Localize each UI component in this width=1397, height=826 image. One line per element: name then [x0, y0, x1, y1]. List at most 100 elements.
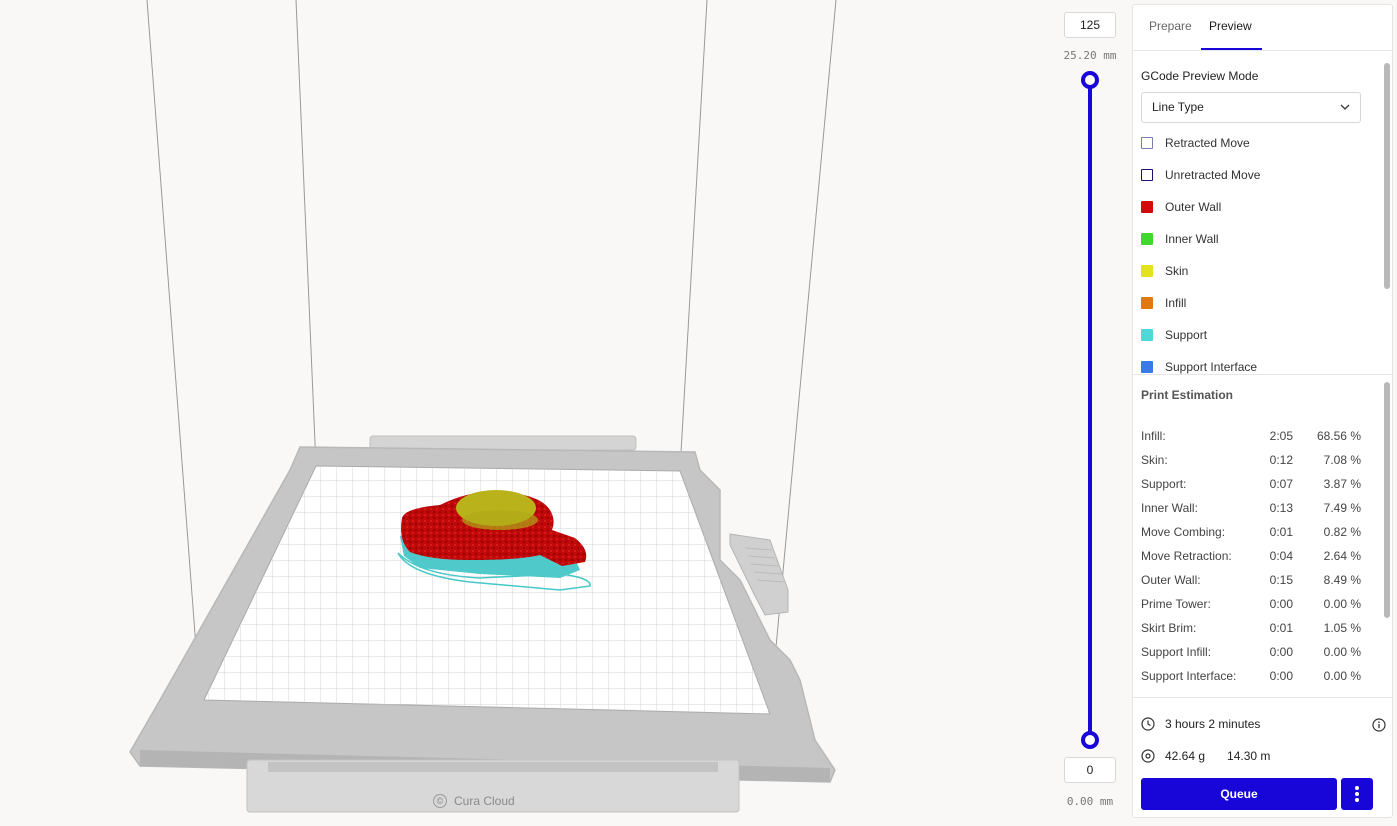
- legend-swatch: [1141, 297, 1153, 309]
- estimation-row: Support Interface: 0:00 0.00 %: [1141, 669, 1365, 685]
- bottom-layer-height: 0.00 mm: [1066, 795, 1114, 808]
- build-plate-viewport[interactable]: © Cura Cloud: [0, 0, 1050, 826]
- estimation-percent: 0.00 %: [1323, 645, 1361, 659]
- legend-item: Skin: [1141, 263, 1188, 279]
- legend-swatch: [1141, 233, 1153, 245]
- estimation-label: Support Infill:: [1141, 645, 1212, 659]
- estimation-time: 2:05: [1269, 429, 1293, 443]
- gcode-preview-mode-title: GCode Preview Mode: [1141, 69, 1259, 83]
- estimation-row: Move Retraction: 0:04 2.64 %: [1141, 549, 1365, 565]
- estimation-row: Inner Wall: 0:13 7.49 %: [1141, 501, 1365, 517]
- chevron-down-icon: [1340, 104, 1350, 110]
- build-plate-scene: [129, 0, 837, 813]
- legend-swatch: [1141, 329, 1153, 341]
- estimation-label: Support:: [1141, 477, 1187, 491]
- material-weight: 42.64 g: [1165, 749, 1206, 763]
- stage-tabs: Prepare Preview: [1133, 5, 1392, 51]
- cura-cloud-watermark: © Cura Cloud: [433, 794, 515, 808]
- estimation-time: 0:13: [1269, 501, 1293, 515]
- info-icon[interactable]: [1372, 718, 1386, 732]
- top-layer-input[interactable]: 125: [1064, 12, 1116, 38]
- legend-swatch: [1141, 169, 1153, 181]
- estimation-percent: 8.49 %: [1323, 573, 1361, 587]
- estimation-time: 0:04: [1269, 549, 1293, 563]
- cura-cloud-label: Cura Cloud: [454, 794, 515, 808]
- legend-label: Skin: [1165, 264, 1189, 278]
- estimation-row: Skin: 0:12 7.08 %: [1141, 453, 1365, 469]
- estimation-time: 0:15: [1269, 573, 1293, 587]
- legend-item: Support Interface: [1141, 359, 1258, 374]
- estimation-percent: 68.56 %: [1316, 429, 1361, 443]
- legend-swatch: [1141, 265, 1153, 277]
- legend-item: Outer Wall: [1141, 199, 1221, 215]
- tab-preview[interactable]: Preview: [1209, 19, 1252, 33]
- estimation-time: 0:01: [1269, 525, 1293, 539]
- estimation-time: 0:01: [1269, 621, 1293, 635]
- estimation-percent: 0.00 %: [1323, 669, 1361, 683]
- estimation-row: Skirt Brim: 0:01 1.05 %: [1141, 621, 1365, 637]
- estimation-row: Support: 0:07 3.87 %: [1141, 477, 1365, 493]
- active-tab-indicator: [1201, 48, 1262, 50]
- spool-icon: [1141, 749, 1155, 763]
- estimation-label: Move Retraction:: [1141, 549, 1232, 563]
- legend-item: Support: [1141, 327, 1207, 343]
- estimation-label: Infill:: [1141, 429, 1166, 443]
- estimation-percent: 0.00 %: [1323, 597, 1361, 611]
- layer-slider-track[interactable]: [1088, 80, 1092, 740]
- clock-icon: [1141, 717, 1155, 731]
- legend-label: Unretracted Move: [1165, 168, 1261, 182]
- estimation-row: Move Combing: 0:01 0.82 %: [1141, 525, 1365, 541]
- estimation-label: Skirt Brim:: [1141, 621, 1197, 635]
- estimation-label: Support Interface:: [1141, 669, 1237, 683]
- material-length: 14.30 m: [1227, 749, 1271, 763]
- estimation-percent: 2.64 %: [1323, 549, 1361, 563]
- estimation-scrollbar[interactable]: [1384, 382, 1390, 618]
- material-usage-row: 42.64 g 14.30 m: [1141, 749, 1270, 763]
- legend-swatch: [1141, 361, 1153, 373]
- legend-item: Unretracted Move: [1141, 167, 1260, 183]
- more-options-button[interactable]: [1341, 778, 1373, 810]
- cura-cloud-icon: ©: [433, 794, 447, 808]
- legend-label: Infill: [1165, 296, 1187, 310]
- legend-label: Outer Wall: [1165, 200, 1222, 214]
- layer-slider-top-handle[interactable]: [1081, 71, 1099, 89]
- top-layer-height: 25.20 mm: [1063, 49, 1117, 62]
- estimation-time: 0:12: [1269, 453, 1293, 467]
- estimation-label: Inner Wall:: [1141, 501, 1198, 515]
- estimation-row: Outer Wall: 0:15 8.49 %: [1141, 573, 1365, 589]
- queue-button[interactable]: Queue: [1141, 778, 1337, 810]
- legend-swatch: [1141, 137, 1153, 149]
- estimation-label: Prime Tower:: [1141, 597, 1211, 611]
- legend-label: Support Interface: [1165, 360, 1258, 374]
- legend-item: Retracted Move: [1141, 135, 1250, 151]
- legend-item: Inner Wall: [1141, 231, 1219, 247]
- estimation-time: 0:00: [1269, 669, 1293, 683]
- legend-swatch: [1141, 201, 1153, 213]
- preview-mode-dropdown[interactable]: Line Type: [1141, 92, 1361, 123]
- estimation-label: Move Combing:: [1141, 525, 1226, 539]
- estimation-time: 0:00: [1269, 597, 1293, 611]
- legend-label: Inner Wall: [1165, 232, 1219, 246]
- estimation-time: 0:07: [1269, 477, 1293, 491]
- preview-panel: Prepare Preview GCode Preview Mode Line …: [1132, 4, 1393, 818]
- print-summary: 3 hours 2 minutes 42.64 g 14.30 m Queue: [1133, 699, 1392, 817]
- legend-item: Infill: [1141, 295, 1186, 311]
- preview-mode-selected: Line Type: [1152, 100, 1204, 114]
- estimation-label: Outer Wall:: [1141, 573, 1201, 587]
- estimation-time: 0:00: [1269, 645, 1293, 659]
- layer-slider-bottom-handle[interactable]: [1081, 731, 1099, 749]
- gcode-preview-mode-section: GCode Preview Mode Line Type Retracted M…: [1133, 51, 1392, 375]
- estimation-row: Support Infill: 0:00 0.00 %: [1141, 645, 1365, 661]
- estimation-percent: 7.49 %: [1323, 501, 1361, 515]
- estimation-percent: 3.87 %: [1323, 477, 1361, 491]
- print-estimation-title: Print Estimation: [1141, 388, 1234, 402]
- bottom-layer-input[interactable]: 0: [1064, 757, 1116, 783]
- legend-label: Retracted Move: [1165, 136, 1250, 150]
- tab-prepare[interactable]: Prepare: [1149, 19, 1192, 33]
- print-duration-row: 3 hours 2 minutes: [1141, 717, 1260, 731]
- estimation-percent: 7.08 %: [1323, 453, 1361, 467]
- estimation-label: Skin:: [1141, 453, 1168, 467]
- estimation-percent: 1.05 %: [1323, 621, 1361, 635]
- legend-scrollbar[interactable]: [1384, 63, 1390, 289]
- estimation-row: Infill: 2:05 68.56 %: [1141, 429, 1365, 445]
